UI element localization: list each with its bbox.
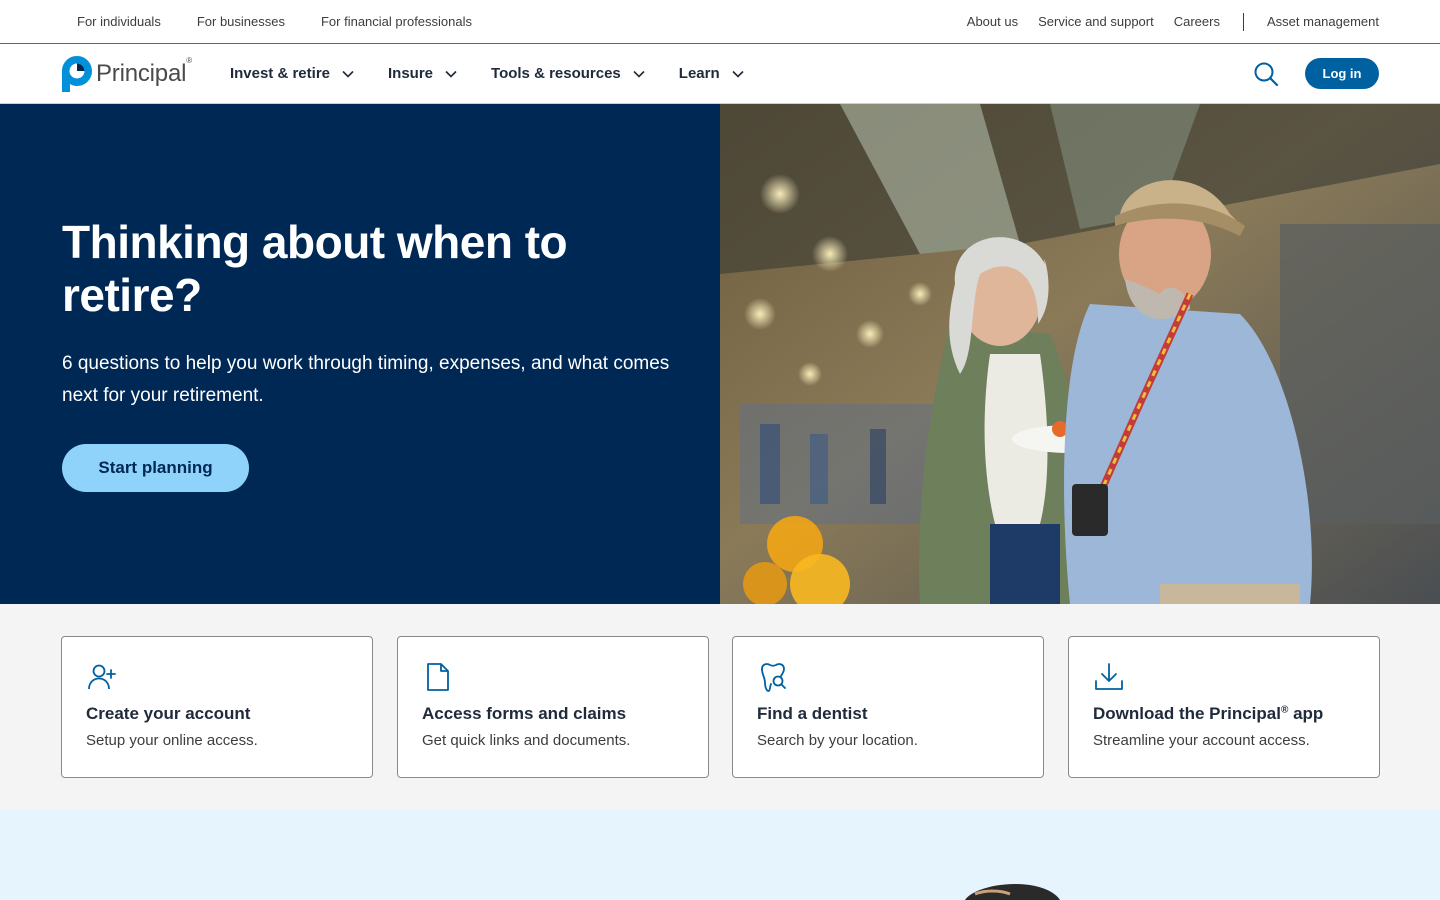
chevron-down-icon <box>633 70 645 78</box>
principal-logo-icon <box>62 55 92 92</box>
for-businesses-link[interactable]: For businesses <box>197 14 285 29</box>
card-title: Download the Principal® app <box>1093 704 1324 723</box>
corporate-links: About us Service and support Careers Ass… <box>947 12 1379 31</box>
nav-insure-label: Insure <box>388 65 434 82</box>
hero-title: Thinking about when to retire? <box>62 216 568 321</box>
about-us-link[interactable]: About us <box>967 14 1018 29</box>
nav-invest-retire-label: Invest & retire <box>229 65 330 82</box>
document-icon <box>427 663 449 691</box>
main-nav: Principal® Invest & retire Insure Tools … <box>0 44 1440 104</box>
card-description: Streamline your account access. <box>1093 732 1310 749</box>
utility-divider <box>1242 12 1244 31</box>
nav-learn[interactable]: Learn <box>679 65 744 82</box>
create-account-card[interactable]: Create your account Setup your online ac… <box>61 636 373 778</box>
asset-management-link[interactable]: Asset management <box>1267 14 1379 29</box>
start-planning-button[interactable]: Start planning <box>62 444 249 492</box>
card-title: Create your account <box>86 704 251 723</box>
search-icon[interactable] <box>1253 61 1279 87</box>
partial-photo-illustration <box>965 884 1060 900</box>
card-description: Setup your online access. <box>86 732 258 749</box>
access-forms-card[interactable]: Access forms and claims Get quick links … <box>397 636 709 778</box>
quick-links-section: Create your account Setup your online ac… <box>0 604 1440 810</box>
chevron-down-icon <box>732 70 744 78</box>
find-dentist-card[interactable]: Find a dentist Search by your location. <box>732 636 1044 778</box>
card-title: Find a dentist <box>757 704 868 723</box>
primary-nav: Invest & retire Insure Tools & resources… <box>230 65 778 82</box>
careers-link[interactable]: Careers <box>1174 14 1220 29</box>
card-title: Access forms and claims <box>422 704 627 723</box>
logo-wordmark: Principal® <box>96 55 192 87</box>
nav-tools-resources-label: Tools & resources <box>491 65 621 82</box>
hero-subtitle: 6 questions to help you work through tim… <box>62 353 670 406</box>
service-and-support-link[interactable]: Service and support <box>1038 14 1154 29</box>
next-section-band <box>0 810 1440 900</box>
card-description: Search by your location. <box>757 732 918 749</box>
hero-photo-illustration <box>720 104 1440 604</box>
principal-logo[interactable]: Principal® <box>61 55 192 93</box>
download-icon <box>1095 663 1123 690</box>
hero-panel: Thinking about when to retire? 6 questio… <box>0 104 720 604</box>
for-individuals-link[interactable]: For individuals <box>77 14 161 29</box>
log-in-button[interactable]: Log in <box>1305 58 1379 89</box>
download-app-card[interactable]: Download the Principal® app Streamline y… <box>1068 636 1380 778</box>
chevron-down-icon <box>445 70 457 78</box>
nav-insure[interactable]: Insure <box>388 65 457 82</box>
hero-image <box>720 104 1440 604</box>
audience-links: For individuals For businesses For finan… <box>77 14 508 29</box>
for-financial-professionals-link[interactable]: For financial professionals <box>321 14 472 29</box>
nav-tools-resources[interactable]: Tools & resources <box>491 65 645 82</box>
hero-section: Thinking about when to retire? 6 questio… <box>0 104 1440 604</box>
tooth-search-icon <box>761 663 786 692</box>
chevron-down-icon <box>342 70 354 78</box>
utility-bar: For individuals For businesses For finan… <box>0 0 1440 44</box>
nav-invest-retire[interactable]: Invest & retire <box>230 65 354 82</box>
card-description: Get quick links and documents. <box>422 732 631 749</box>
user-plus-icon <box>88 664 116 690</box>
nav-actions: Log in <box>1253 58 1379 89</box>
nav-learn-label: Learn <box>678 65 720 82</box>
